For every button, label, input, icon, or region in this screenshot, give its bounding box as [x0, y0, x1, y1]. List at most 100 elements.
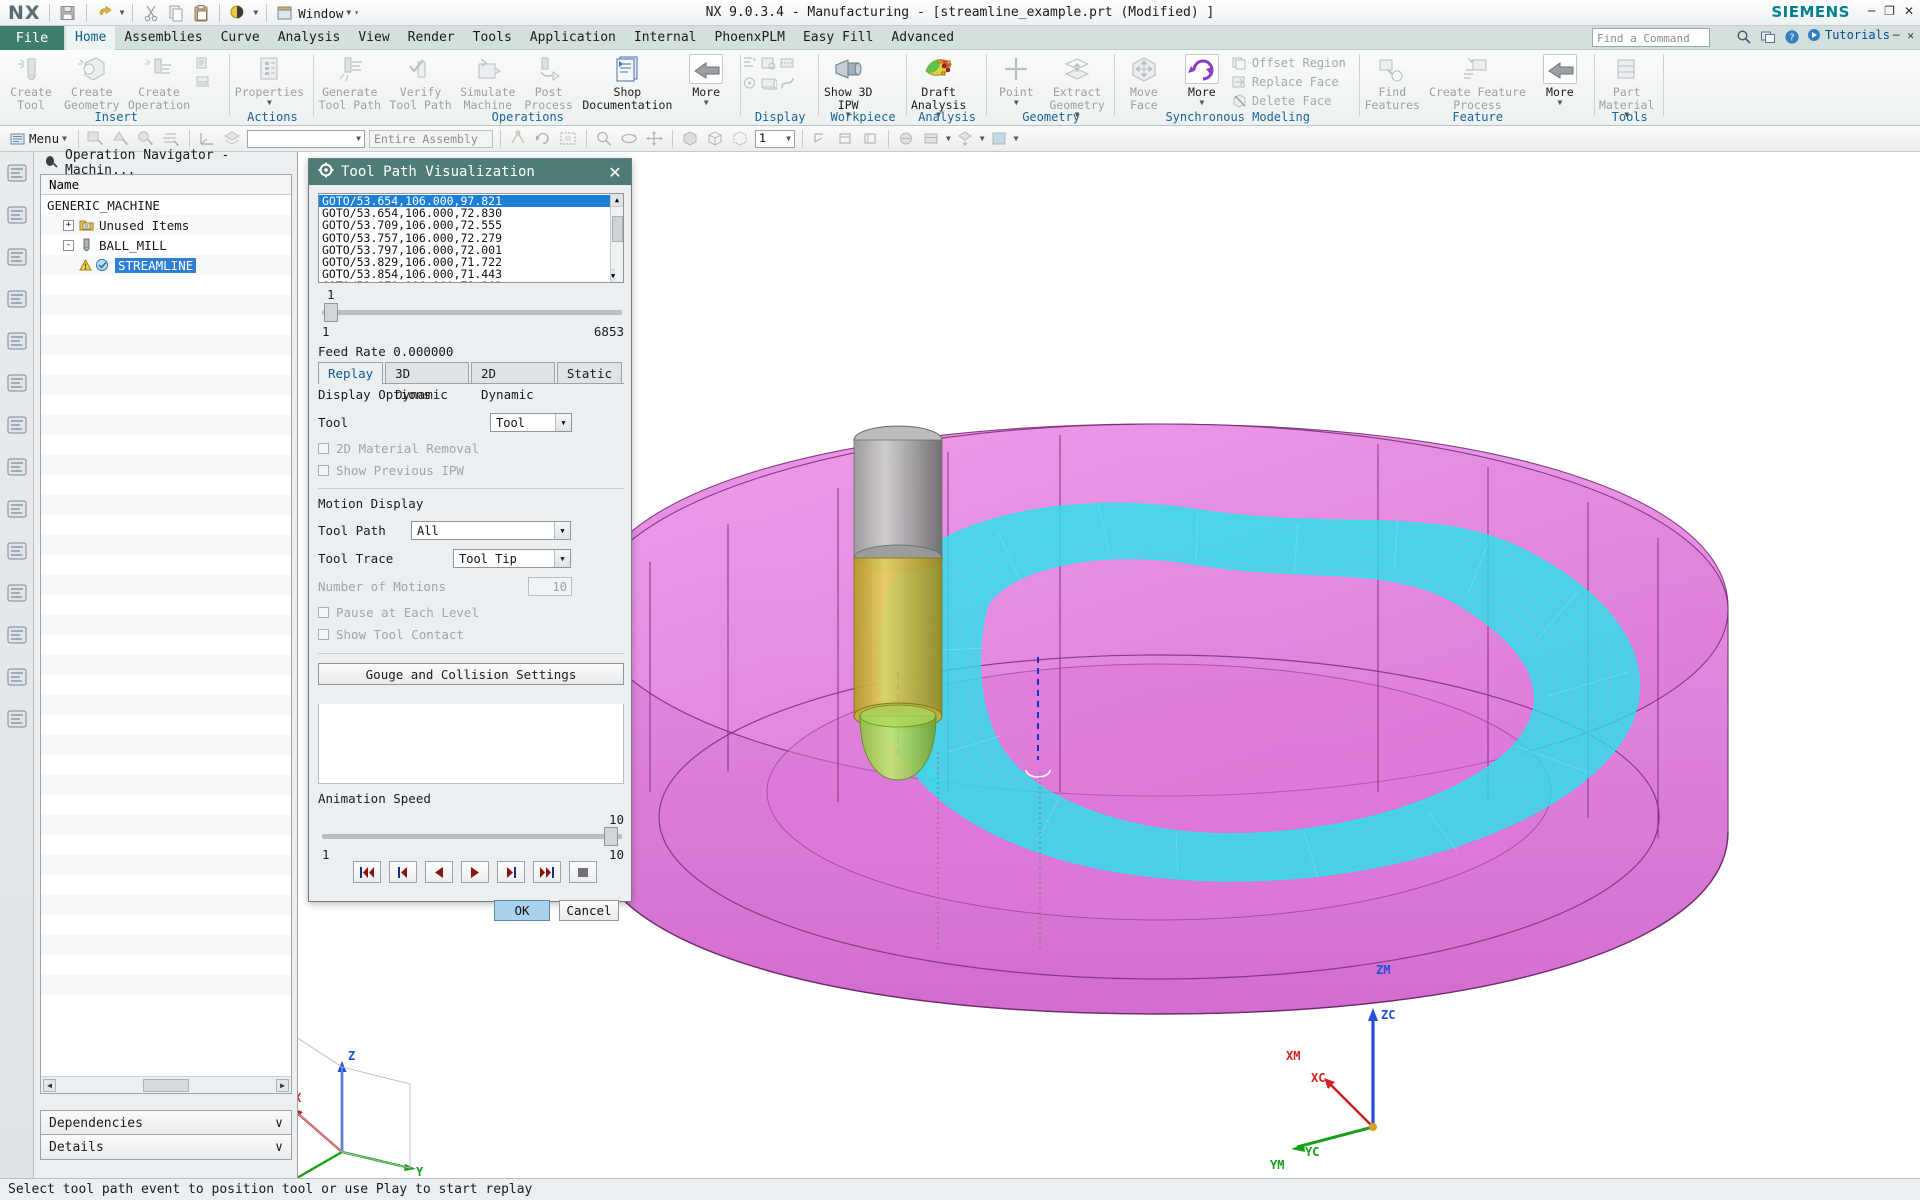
background-color-icon[interactable] [989, 129, 1010, 148]
tree-row[interactable]: STREAMLINE [41, 255, 291, 275]
block-icon[interactable] [760, 74, 779, 92]
assembly-navigator-icon[interactable] [0, 152, 34, 194]
help-icon[interactable]: ? [1784, 29, 1800, 49]
tab-home[interactable]: Home [66, 26, 116, 50]
front-view-icon[interactable] [860, 129, 881, 148]
window-switch-icon[interactable] [1760, 29, 1776, 49]
chevron-down-icon[interactable]: ▼ [1557, 98, 1562, 107]
tree-row[interactable]: GENERIC_MACHINE [41, 195, 291, 215]
dialog-tab-static[interactable]: Static [556, 362, 622, 383]
chevron-down-icon[interactable]: ▼ [1014, 98, 1019, 107]
tab-phoenxplm[interactable]: PhoenxPLM [706, 26, 794, 50]
zoom-icon[interactable] [594, 129, 615, 148]
trimetric-view-icon[interactable] [810, 129, 831, 148]
process-studio-icon[interactable] [0, 488, 34, 530]
create-feature-process-button[interactable]: Create Feature Process [1424, 52, 1531, 111]
step-back-button[interactable] [389, 861, 417, 883]
list-vertical-scrollbar[interactable]: ▲ ▼ [610, 194, 623, 282]
scroll-up-button[interactable]: ▲ [611, 194, 623, 207]
create-geometry-button[interactable]: Create Geometry [60, 52, 124, 111]
2d-material-removal-checkbox[interactable] [318, 443, 329, 454]
search-icon[interactable] [1736, 29, 1752, 49]
properties-button[interactable]: Properties ▼ [230, 52, 308, 107]
tree-row[interactable]: + Unused Items [41, 215, 291, 235]
show-tool-contact-checkbox[interactable] [318, 629, 329, 640]
tab-internal[interactable]: Internal [625, 26, 706, 50]
expand-icon[interactable]: + [63, 219, 74, 231]
animation-speed-thumb[interactable] [604, 827, 618, 846]
static-wireframe-icon[interactable] [730, 129, 751, 148]
tab-analysis[interactable]: Analysis [269, 26, 350, 50]
ok-button[interactable]: OK [494, 900, 550, 921]
machining-knowledge-icon[interactable] [0, 530, 34, 572]
display-tool-path-icon[interactable] [741, 54, 758, 72]
layer-number-input[interactable]: 1 ▼ [754, 129, 795, 148]
step-forward-button[interactable] [497, 861, 525, 883]
dialog-tab-2d-dynamic[interactable]: 2D Dynamic [471, 362, 555, 402]
tab-curve[interactable]: Curve [212, 26, 269, 50]
snap-point-icon[interactable] [508, 129, 529, 148]
face-analysis-icon[interactable] [896, 129, 917, 148]
motion-slider-track[interactable] [322, 303, 622, 322]
more-button[interactable]: More ▼ [1173, 52, 1231, 107]
number-of-motions-input[interactable]: 10 [528, 577, 572, 596]
2d-material-removal-row[interactable]: 2D Material Removal [318, 441, 624, 456]
pause-at-each-level-checkbox[interactable] [318, 607, 329, 618]
pan-icon[interactable] [644, 129, 665, 148]
reuse-library-icon[interactable] [0, 320, 34, 362]
point-button[interactable]: Point ▼ [987, 52, 1045, 107]
ribbon-close-button[interactable]: ✕ [1907, 29, 1914, 42]
animation-speed-track[interactable] [322, 827, 622, 846]
tab-render[interactable]: Render [399, 26, 464, 50]
replace-face-button[interactable]: Replace Face [1231, 73, 1346, 91]
fit-view-icon[interactable] [558, 129, 579, 148]
assembly-scope-combo[interactable]: Entire Assembly [368, 129, 493, 148]
create-operation-button[interactable]: Create Operation [124, 52, 195, 111]
dependencies-section[interactable]: Dependencies ∨ [40, 1110, 292, 1136]
wireframe-view-icon[interactable] [705, 129, 726, 148]
close-button[interactable]: ✕ [1904, 4, 1914, 18]
curve-icon[interactable] [779, 74, 796, 92]
show-previous-ipw-checkbox[interactable] [318, 465, 329, 476]
play-backward-button[interactable] [425, 861, 453, 883]
history-icon[interactable] [0, 446, 34, 488]
generate-tool-path-button[interactable]: Generate Tool Path [314, 52, 385, 111]
point-icon[interactable] [741, 74, 758, 92]
create-tool-button[interactable]: Create Tool [2, 52, 60, 111]
chevron-down-icon[interactable]: ▼ [1199, 98, 1204, 107]
section-view-icon[interactable] [779, 54, 796, 72]
post-process-button[interactable]: Post Process [520, 52, 578, 111]
tab-tools[interactable]: Tools [464, 26, 521, 50]
rewind-to-start-button[interactable] [353, 861, 381, 883]
web-browser-icon[interactable] [0, 404, 34, 446]
create-program-group-icon[interactable] [194, 54, 211, 72]
manufacturing-wizards-icon[interactable] [0, 572, 34, 614]
top-view-icon[interactable] [835, 129, 856, 148]
tree-row[interactable]: - BALL_MILL [41, 235, 291, 255]
tool-path-event-list[interactable]: GOTO/53.654,106.000,97.821 GOTO/53.654,10… [318, 193, 624, 283]
find-command-input[interactable]: Find a Command [1592, 28, 1710, 47]
tab-advanced[interactable]: Advanced [882, 26, 963, 50]
display-ipw-icon[interactable] [760, 54, 777, 72]
collapse-icon[interactable]: - [63, 239, 74, 251]
tab-application[interactable]: Application [521, 26, 625, 50]
tool-trace-combo[interactable]: Tool Tip ▼ [453, 549, 571, 568]
tool-path-combo[interactable]: All ▼ [411, 521, 571, 540]
forward-to-end-button[interactable] [533, 861, 561, 883]
chevron-down-icon[interactable]: ▼ [1014, 134, 1019, 143]
stop-button[interactable] [569, 861, 597, 883]
find-features-button[interactable]: Find Features [1361, 52, 1425, 111]
create-method-group-icon[interactable] [194, 73, 211, 91]
tree-horizontal-scrollbar[interactable]: ◀ ▶ [41, 1076, 291, 1093]
show-previous-ipw-row[interactable]: Show Previous IPW [318, 463, 624, 478]
scrollbar-thumb[interactable] [143, 1078, 189, 1092]
scroll-down-button[interactable]: ▼ [611, 269, 616, 282]
motion-slider-thumb[interactable] [324, 303, 338, 322]
ribbon-minimize-button[interactable]: ─ [1893, 29, 1900, 42]
system-materials-icon[interactable] [0, 656, 34, 698]
draft-analysis-button[interactable]: Draft Analysis ▼ [907, 52, 971, 119]
select-face-icon[interactable] [136, 129, 157, 148]
move-face-button[interactable]: Move Face [1115, 52, 1173, 111]
show-3d-ipw-button[interactable]: Show 3D IPW ▼ [819, 52, 877, 119]
view-manager-icon[interactable] [0, 698, 34, 740]
